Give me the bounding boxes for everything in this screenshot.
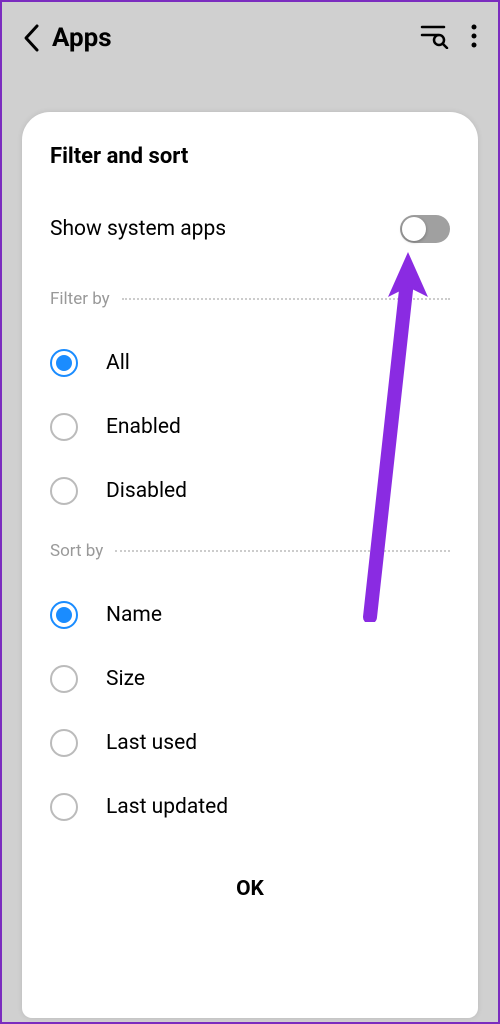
option-label: Last used (106, 731, 197, 755)
option-label: Size (106, 667, 145, 691)
option-label: Enabled (106, 415, 181, 439)
radio-button[interactable] (50, 793, 78, 821)
radio-button[interactable] (50, 413, 78, 441)
toggle-label: Show system apps (50, 217, 226, 241)
app-header: Apps (2, 2, 498, 74)
filter-by-label: Filter by (50, 289, 110, 309)
filter-option-all[interactable]: All (50, 331, 450, 395)
filter-option-enabled[interactable]: Enabled (50, 395, 450, 459)
filter-option-disabled[interactable]: Disabled (50, 459, 450, 523)
radio-button[interactable] (50, 601, 78, 629)
divider (115, 550, 450, 552)
sort-section-header: Sort by (50, 541, 450, 561)
radio-button[interactable] (50, 349, 78, 377)
search-list-icon[interactable] (420, 23, 450, 53)
show-system-apps-toggle[interactable] (400, 215, 450, 243)
toggle-thumb (402, 217, 426, 241)
sort-option-last-used[interactable]: Last used (50, 711, 450, 775)
back-button[interactable] (22, 23, 40, 53)
sort-by-label: Sort by (50, 541, 103, 561)
sort-option-last-updated[interactable]: Last updated (50, 775, 450, 839)
sheet-title: Filter and sort (50, 144, 450, 169)
filter-section-header: Filter by (50, 289, 450, 309)
radio-button[interactable] (50, 729, 78, 757)
sort-option-size[interactable]: Size (50, 647, 450, 711)
filter-sort-sheet: Filter and sort Show system apps Filter … (22, 112, 478, 1018)
page-title: Apps (52, 23, 420, 53)
option-label: All (106, 351, 130, 375)
radio-button[interactable] (50, 665, 78, 693)
sort-option-name[interactable]: Name (50, 583, 450, 647)
divider (122, 298, 450, 300)
option-label: Disabled (106, 479, 187, 503)
option-label: Name (106, 603, 162, 627)
ok-button[interactable]: OK (50, 853, 450, 911)
more-options-icon[interactable] (470, 23, 478, 53)
chevron-left-icon (22, 23, 40, 53)
show-system-apps-row[interactable]: Show system apps (50, 215, 450, 243)
option-label: Last updated (106, 795, 228, 819)
radio-button[interactable] (50, 477, 78, 505)
